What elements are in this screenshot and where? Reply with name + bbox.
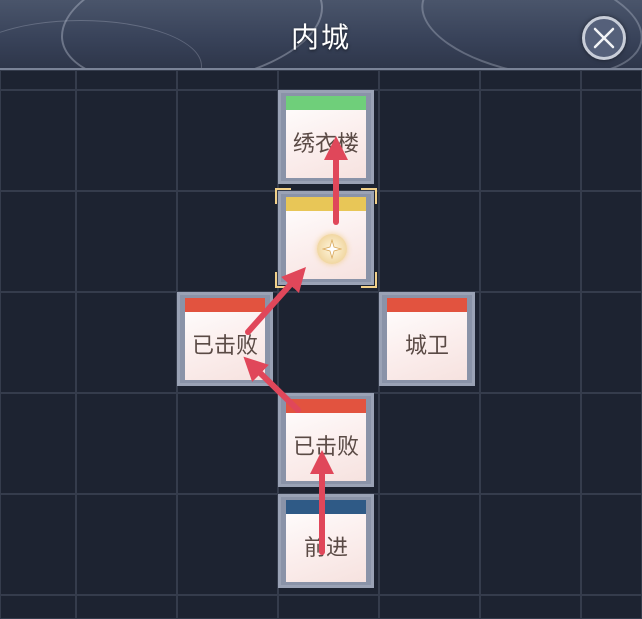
close-button[interactable]: [582, 16, 626, 60]
path-arrows: [243, 136, 348, 555]
path-arrow: [245, 267, 306, 335]
close-icon: [593, 27, 615, 49]
dialog-title: 内城: [290, 21, 351, 54]
path-arrow: [243, 356, 301, 413]
dialog-header: 内城: [0, 0, 642, 70]
